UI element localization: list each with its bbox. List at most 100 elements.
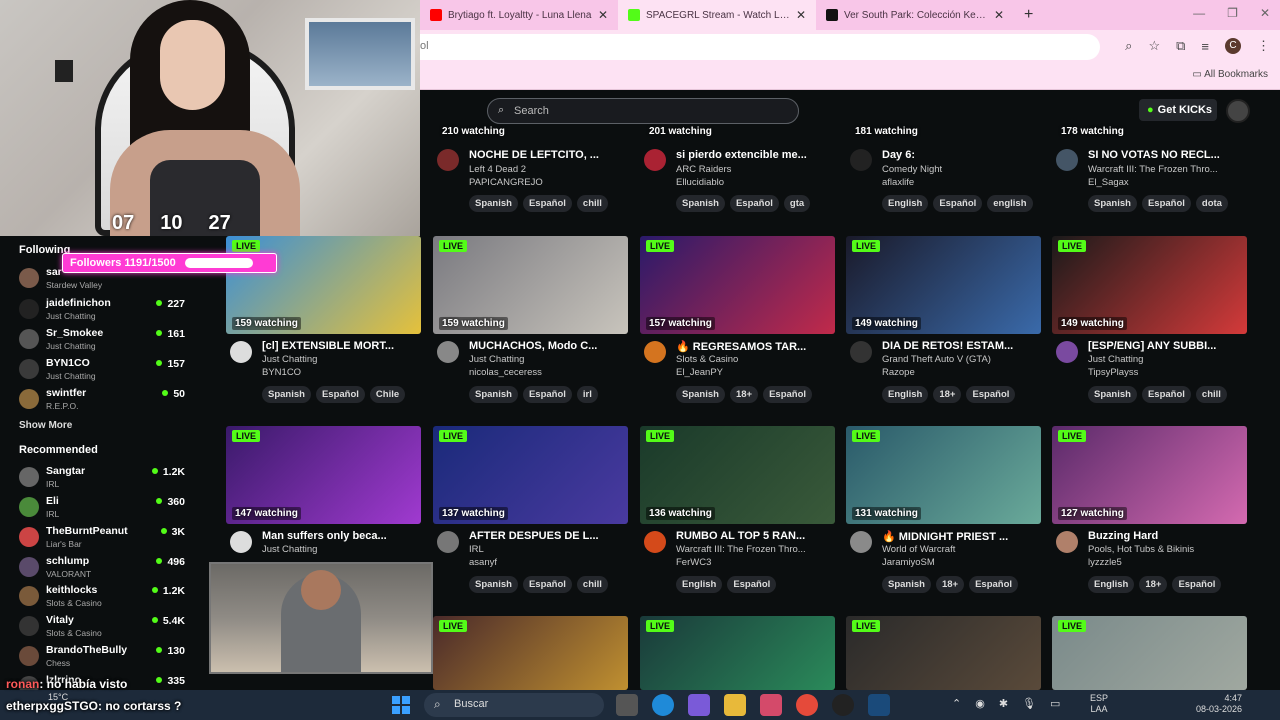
stream-category[interactable]: ARC Raiders	[676, 164, 835, 175]
stream-title[interactable]: 🔥 MIDNIGHT PRIEST ...	[882, 530, 1041, 543]
stream-tag[interactable]: 18+	[933, 386, 962, 403]
stream-category[interactable]: Comedy Night	[882, 164, 1041, 175]
channel-avatar[interactable]	[230, 531, 252, 553]
stream-tag[interactable]: Spanish	[1088, 195, 1137, 212]
stream-category[interactable]: Just Chatting	[469, 354, 628, 365]
stream-thumbnail[interactable]: LIVE 137 watching	[433, 426, 628, 524]
search-input[interactable]: ⌕ Search	[487, 98, 799, 124]
clock[interactable]: 4:47 08-03-2026	[1196, 693, 1242, 715]
stream-tag[interactable]: Español	[727, 576, 777, 593]
stream-title[interactable]: 🔥 REGRESAMOS TAR...	[676, 340, 835, 353]
stream-title[interactable]: DIA DE RETOS! ESTAM...	[882, 340, 1041, 352]
stream-tag[interactable]: 18+	[729, 386, 759, 403]
channel-avatar[interactable]	[850, 149, 872, 171]
stream-thumbnail[interactable]: LIVE	[640, 616, 835, 690]
stream-title[interactable]: Man suffers only beca...	[262, 530, 421, 542]
stream-title[interactable]: si pierdo extencible me...	[676, 149, 835, 161]
stream-tag[interactable]: Español	[315, 386, 365, 403]
stream-card[interactable]: LIVE 149 watching DIA DE RETOS! ESTAM... Gr…	[846, 236, 1041, 416]
user-avatar[interactable]	[1226, 99, 1250, 123]
channel-avatar[interactable]	[1056, 531, 1078, 553]
stream-tag[interactable]: Español	[966, 386, 1016, 403]
stream-tag[interactable]: Spanish	[262, 386, 311, 403]
stream-card[interactable]: LIVE 159 watching MUCHACHOS, Modo C... Just…	[433, 236, 628, 416]
tab-kick[interactable]: SPACEGRL Stream - Watch Live on Kick ✕	[618, 0, 816, 30]
channel-name[interactable]: JaramiyoSM	[882, 557, 1041, 568]
stream-tag[interactable]: Chile	[369, 386, 406, 403]
stream-card[interactable]: LIVE	[640, 616, 835, 690]
stream-card[interactable]: 181 watching Day 6: Comedy Night aflaxlife E…	[846, 126, 1041, 219]
stream-title[interactable]: [ESP/ENG] ANY SUBBI...	[1088, 340, 1247, 352]
sidebar-item-schlump[interactable]: schlump VALORANT 496	[19, 555, 189, 583]
stream-tag[interactable]: english	[987, 195, 1033, 212]
stream-title[interactable]: SI NO VOTAS NO RECL...	[1088, 149, 1247, 161]
stream-tag[interactable]: Español	[522, 576, 572, 593]
stream-category[interactable]: Pools, Hot Tubs & Bikinis	[1088, 544, 1247, 555]
store-icon[interactable]	[760, 694, 782, 716]
stream-tag[interactable]: chill	[576, 576, 608, 593]
channel-avatar[interactable]	[644, 531, 666, 553]
stream-category[interactable]: Warcraft III: The Frozen Thro...	[1088, 164, 1247, 175]
channel-name[interactable]: lyzzzle5	[1088, 557, 1247, 568]
stream-thumbnail[interactable]: LIVE 159 watching	[433, 236, 628, 334]
chrome-icon[interactable]	[796, 694, 818, 716]
show-more-button[interactable]: Show More	[19, 420, 72, 431]
channel-avatar[interactable]	[1056, 149, 1078, 171]
tab-youtube[interactable]: Brytiago ft. Loyaltty - Luna Llena ✕	[420, 0, 618, 30]
stream-title[interactable]: MUCHACHOS, Modo C...	[469, 340, 628, 352]
channel-avatar[interactable]	[644, 341, 666, 363]
stream-category[interactable]: Just Chatting	[262, 354, 421, 365]
stream-tag[interactable]: chill	[576, 195, 608, 212]
stream-card[interactable]: 201 watching si pierdo extencible me... AR…	[640, 126, 835, 219]
channel-name[interactable]: TipsyPlayss	[1088, 367, 1247, 378]
channel-name[interactable]: Ellucidiablo	[676, 177, 835, 188]
tab-southpark[interactable]: Ver South Park: Colección Kenny ✕	[816, 0, 1014, 30]
stream-thumbnail[interactable]: LIVE	[846, 616, 1041, 690]
obs-tray-icon[interactable]: ◉	[975, 697, 985, 710]
channel-name[interactable]: FerWC3	[676, 557, 835, 568]
media-icon[interactable]: ≡	[1201, 39, 1209, 54]
sidebar-item-eli[interactable]: Eli IRL 360	[19, 495, 189, 523]
channel-avatar[interactable]	[850, 341, 872, 363]
stream-tag[interactable]: irl	[576, 386, 598, 403]
maximize-icon[interactable]: ❐	[1227, 6, 1238, 20]
stream-tag[interactable]: Español	[1141, 195, 1191, 212]
channel-name[interactable]: BYN1CO	[262, 367, 421, 378]
stream-tag[interactable]: English	[882, 386, 929, 403]
sidebar-item-vitaly[interactable]: Vitaly Slots & Casino 5.4K	[19, 614, 189, 642]
stream-thumbnail[interactable]: LIVE 127 watching	[1052, 426, 1247, 524]
stream-title[interactable]: RUMBO AL TOP 5 RAN...	[676, 530, 835, 542]
channel-avatar[interactable]	[850, 531, 872, 553]
stream-tag[interactable]: Español	[1172, 576, 1222, 593]
stream-tag[interactable]: Spanish	[469, 576, 518, 593]
stream-category[interactable]: Just Chatting	[262, 544, 421, 555]
channel-name[interactable]: asanyf	[469, 557, 628, 568]
channel-name[interactable]: PAPICANGREJO	[469, 177, 628, 188]
stream-category[interactable]: Warcraft III: The Frozen Thro...	[676, 544, 835, 555]
stream-thumbnail[interactable]: LIVE	[1052, 616, 1247, 690]
stream-card[interactable]: LIVE 127 watching Buzzing Hard Pools, Hot T…	[1052, 426, 1247, 606]
stream-card[interactable]: LIVE 157 watching 🔥 REGRESAMOS TAR... Slots…	[640, 236, 835, 416]
stream-thumbnail[interactable]: LIVE 149 watching	[846, 236, 1041, 334]
stream-tag[interactable]: Español	[1141, 386, 1191, 403]
close-tab-icon[interactable]: ✕	[796, 8, 806, 22]
stream-category[interactable]: Left 4 Dead 2	[469, 164, 628, 175]
display-icon[interactable]: ▭	[1050, 697, 1060, 710]
channel-avatar[interactable]	[644, 149, 666, 171]
address-bar[interactable]: ol	[420, 34, 1100, 60]
channel-avatar[interactable]	[1056, 341, 1078, 363]
sidebar-item-byn1co[interactable]: BYN1CO Just Chatting 157	[19, 357, 189, 385]
zoom-icon[interactable]: ⌕	[1125, 38, 1132, 54]
stream-category[interactable]: World of Warcraft	[882, 544, 1041, 555]
close-tab-icon[interactable]: ✕	[994, 8, 1004, 22]
sidebar-item-srsmokee[interactable]: Sr_Smokee Just Chatting 161	[19, 327, 189, 355]
get-kicks-button[interactable]: ● Get KICKs	[1139, 99, 1217, 121]
profile-avatar[interactable]: C	[1225, 38, 1241, 54]
stream-tag[interactable]: Español	[933, 195, 983, 212]
stream-tag[interactable]: Español	[729, 195, 779, 212]
stream-tag[interactable]: dota	[1195, 195, 1228, 212]
stream-category[interactable]: IRL	[469, 544, 628, 555]
close-window-icon[interactable]: ✕	[1260, 6, 1270, 20]
stream-card[interactable]: LIVE 136 watching RUMBO AL TOP 5 RAN... War…	[640, 426, 835, 606]
chevron-up-icon[interactable]: ⌃	[952, 697, 961, 710]
